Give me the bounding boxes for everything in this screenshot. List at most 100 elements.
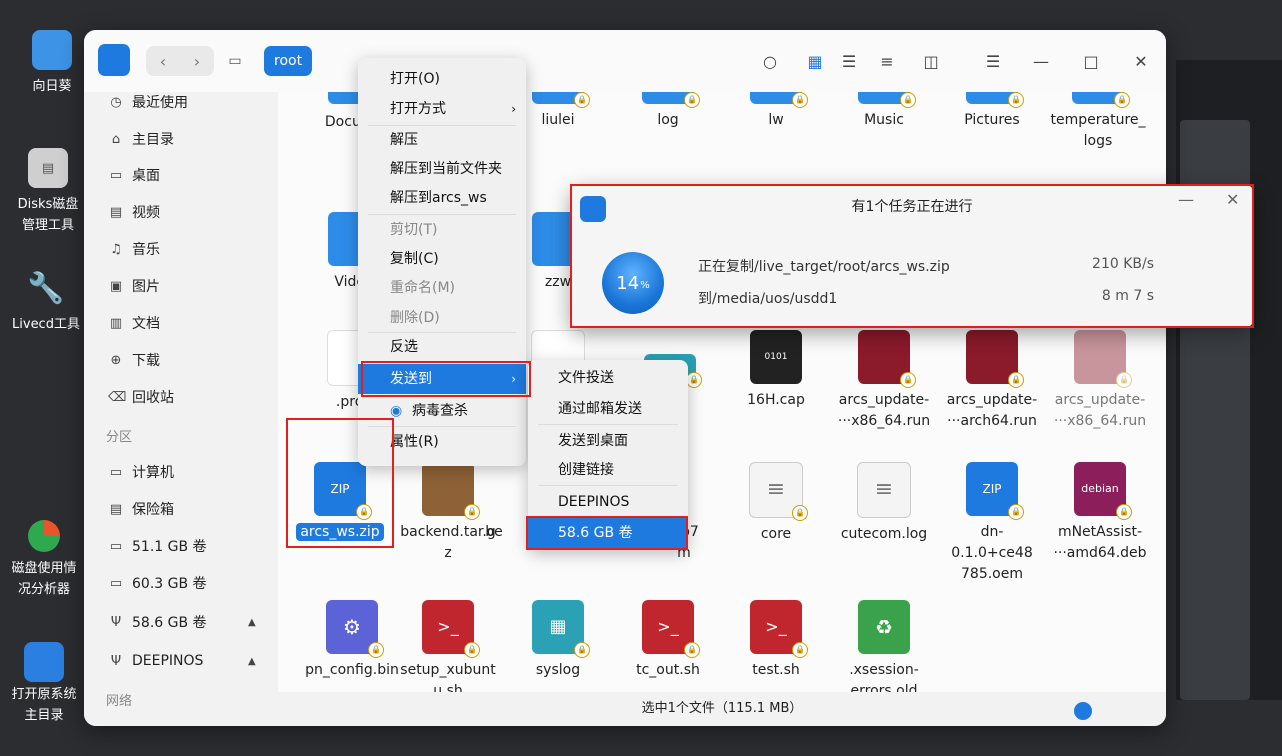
menu-item-invert-selection[interactable]: 反选 bbox=[358, 332, 526, 362]
breadcrumb-root[interactable]: root bbox=[264, 46, 313, 76]
deb-package-icon: debian 🔒 bbox=[1074, 462, 1132, 520]
sidebar-item-deepinos[interactable]: Ψ DEEPINOS ▲ bbox=[108, 648, 256, 674]
menu-item-copy[interactable]: 复制(C) bbox=[358, 244, 526, 274]
file-item[interactable]: 🔒 Music bbox=[834, 92, 934, 131]
detail-panel-icon[interactable]: ◫ bbox=[918, 48, 944, 74]
file-item[interactable]: ZIP 🔒 dn-0.1.0+ce48 785.oem bbox=[942, 462, 1042, 585]
sidebar-item-recent[interactable]: ◷ 最近使用 bbox=[108, 89, 188, 115]
sidebar-item-vault[interactable]: ▤ 保险箱 bbox=[108, 496, 174, 522]
sidebar-item-videos[interactable]: ▤ 视频 bbox=[108, 199, 160, 225]
menu-item-delete[interactable]: 删除(D) bbox=[358, 303, 526, 333]
file-item[interactable]: ≡ 🔒 core bbox=[726, 462, 826, 545]
lock-icon: 🔒 bbox=[1116, 504, 1132, 520]
sidebar-item-home[interactable]: ⌂ 主目录 bbox=[108, 126, 174, 152]
folder-icon: 🔒 bbox=[532, 92, 590, 108]
file-item[interactable]: >_ 🔒 test.sh bbox=[726, 600, 826, 681]
file-item[interactable]: 🔒 log bbox=[618, 92, 718, 131]
minimize-icon[interactable]: — bbox=[1028, 48, 1054, 74]
sidebar-item-computer[interactable]: ▭ 计算机 bbox=[108, 459, 174, 485]
clock-icon: ◷ bbox=[110, 94, 122, 110]
sidebar-item-volume-51[interactable]: ▭ 51.1 GB 卷 bbox=[108, 533, 207, 559]
desktop-icon-livecd[interactable]: 🔧 Livecd工具 bbox=[4, 268, 88, 335]
desktop-icon-disks[interactable]: ▤ Disks磁盘 管理工具 bbox=[6, 148, 90, 236]
lock-icon: 🔒 bbox=[1114, 92, 1130, 108]
sidebar-item-trash[interactable]: ⌫ 回收站 bbox=[108, 384, 174, 410]
menu-item-extract-to-folder[interactable]: 解压到arcs_ws bbox=[358, 183, 526, 213]
sidebar-item-pictures[interactable]: ▣ 图片 bbox=[108, 273, 160, 299]
sidebar-item-volume-58[interactable]: Ψ 58.6 GB 卷 ▲ bbox=[108, 609, 256, 635]
sidebar-item-volume-60[interactable]: ▭ 60.3 GB 卷 bbox=[108, 570, 207, 596]
menu-item-rename[interactable]: 重命名(M) bbox=[358, 273, 526, 303]
file-item[interactable]: ⚙ 🔒 pn_config.bin bbox=[290, 600, 414, 681]
file-item[interactable]: be bbox=[474, 522, 514, 543]
search-icon[interactable]: ○ bbox=[757, 48, 783, 74]
file-item[interactable]: 🔒 arcs_update- ···x86_64.run bbox=[1050, 330, 1150, 432]
desktop-icon-label-line2: 况分析器 bbox=[17, 582, 70, 597]
run-file-icon: 🔒 bbox=[858, 330, 916, 388]
folder-icon bbox=[32, 30, 72, 70]
submenu-item-create-link[interactable]: 创建链接 bbox=[528, 455, 688, 485]
folder-icon: 🔒 bbox=[642, 92, 700, 108]
menu-item-extract[interactable]: 解压 bbox=[358, 125, 526, 155]
submenu-item-file-delivery[interactable]: 文件投送 bbox=[528, 363, 688, 393]
home-icon: ⌂ bbox=[111, 131, 121, 147]
menu-icon[interactable]: ☰ bbox=[980, 48, 1006, 74]
folder-icon: 🔒 bbox=[966, 92, 1024, 108]
lock-icon: 🔒 bbox=[464, 504, 480, 520]
text-file-icon: ≡ 🔒 bbox=[749, 462, 808, 521]
forward-button[interactable]: › bbox=[180, 46, 214, 76]
file-item[interactable]: >_ 🔒 setup_xubunt u.sh bbox=[398, 600, 498, 692]
back-button[interactable]: ‹ bbox=[146, 46, 180, 76]
menu-item-open[interactable]: 打开(O) bbox=[358, 64, 526, 94]
file-item[interactable]: 🔒 temperature_ logs bbox=[1048, 92, 1148, 152]
file-item[interactable]: ≡ cutecom.log bbox=[834, 462, 934, 545]
file-item[interactable]: 0101 16H.cap bbox=[726, 330, 826, 411]
eject-icon[interactable]: ▲ bbox=[248, 656, 256, 667]
file-item[interactable]: 🔒 Pictures bbox=[942, 92, 1042, 131]
file-item[interactable]: ♻ .xsession-errors.old bbox=[834, 600, 934, 692]
recycle-icon: ♻ bbox=[858, 600, 910, 654]
maximize-icon[interactable]: □ bbox=[1078, 48, 1104, 74]
drive-icon[interactable]: ▭ bbox=[222, 48, 248, 74]
icon-size-slider[interactable] bbox=[1074, 702, 1092, 720]
close-icon[interactable]: ✕ bbox=[1128, 48, 1154, 74]
config-file-icon: ⚙ 🔒 bbox=[326, 600, 384, 658]
vault-icon: ▤ bbox=[109, 501, 123, 517]
desktop-icon-label: 向日葵 bbox=[32, 79, 72, 94]
file-item[interactable]: 🔒 lw bbox=[726, 92, 826, 131]
highlight-box-progress-dialog bbox=[570, 184, 1254, 328]
desktop-icon-open-home[interactable]: 打开原系统 主目录 bbox=[2, 642, 86, 726]
desktop-icon-sunflower[interactable]: 向日葵 bbox=[10, 30, 94, 97]
eject-icon[interactable]: ▲ bbox=[248, 617, 256, 628]
file-item[interactable]: >_ 🔒 tc_out.sh bbox=[618, 600, 718, 681]
menu-item-open-with[interactable]: 打开方式 › bbox=[358, 94, 526, 124]
shell-script-icon: >_ 🔒 bbox=[750, 600, 808, 658]
folder-icon: 🔒 bbox=[1072, 92, 1130, 108]
icon-view-icon[interactable]: ▦ bbox=[802, 48, 828, 74]
usb-icon: Ψ bbox=[110, 614, 122, 630]
lock-icon: 🔒 bbox=[1008, 504, 1024, 520]
submenu-item-deepinos[interactable]: DEEPINOS bbox=[528, 487, 688, 517]
sidebar-item-music[interactable]: ♫ 音乐 bbox=[108, 236, 160, 262]
menu-item-extract-here[interactable]: 解压到当前文件夹 bbox=[358, 154, 526, 184]
menu-item-cut[interactable]: 剪切(T) bbox=[358, 215, 526, 245]
file-item[interactable]: ▦ 🔒 syslog bbox=[508, 600, 608, 681]
desktop-icon-disk-usage[interactable]: 磁盘使用情 况分析器 bbox=[2, 520, 86, 600]
file-item[interactable]: 🔒 backend.tar.g z bbox=[398, 462, 498, 564]
sidebar-item-desktop[interactable]: ▭ 桌面 bbox=[108, 162, 160, 188]
file-item[interactable]: debian 🔒 mNetAssist- ···amd64.deb bbox=[1050, 462, 1150, 564]
folder-icon: 🔒 bbox=[750, 92, 808, 108]
submenu-item-send-desktop[interactable]: 发送到桌面 bbox=[528, 426, 688, 456]
lock-icon: 🔒 bbox=[574, 92, 590, 108]
sidebar-item-downloads[interactable]: ⊕ 下载 bbox=[108, 347, 160, 373]
tree-view-icon[interactable]: ≡ bbox=[874, 48, 900, 74]
file-item[interactable]: 🔒 arcs_update- ···x86_64.run bbox=[834, 330, 934, 432]
sidebar-item-documents[interactable]: ▥ 文档 bbox=[108, 310, 160, 336]
file-item[interactable]: 🔒 arcs_update- ···arch64.run bbox=[942, 330, 1042, 432]
list-view-icon[interactable]: ☰ bbox=[836, 48, 862, 74]
lock-icon: 🔒 bbox=[368, 642, 384, 658]
submenu-item-send-mail[interactable]: 通过邮箱发送 bbox=[528, 394, 688, 424]
highlight-box-send-to bbox=[361, 361, 531, 397]
chevron-right-icon: › bbox=[511, 102, 516, 116]
shell-script-icon: >_ 🔒 bbox=[422, 600, 480, 658]
